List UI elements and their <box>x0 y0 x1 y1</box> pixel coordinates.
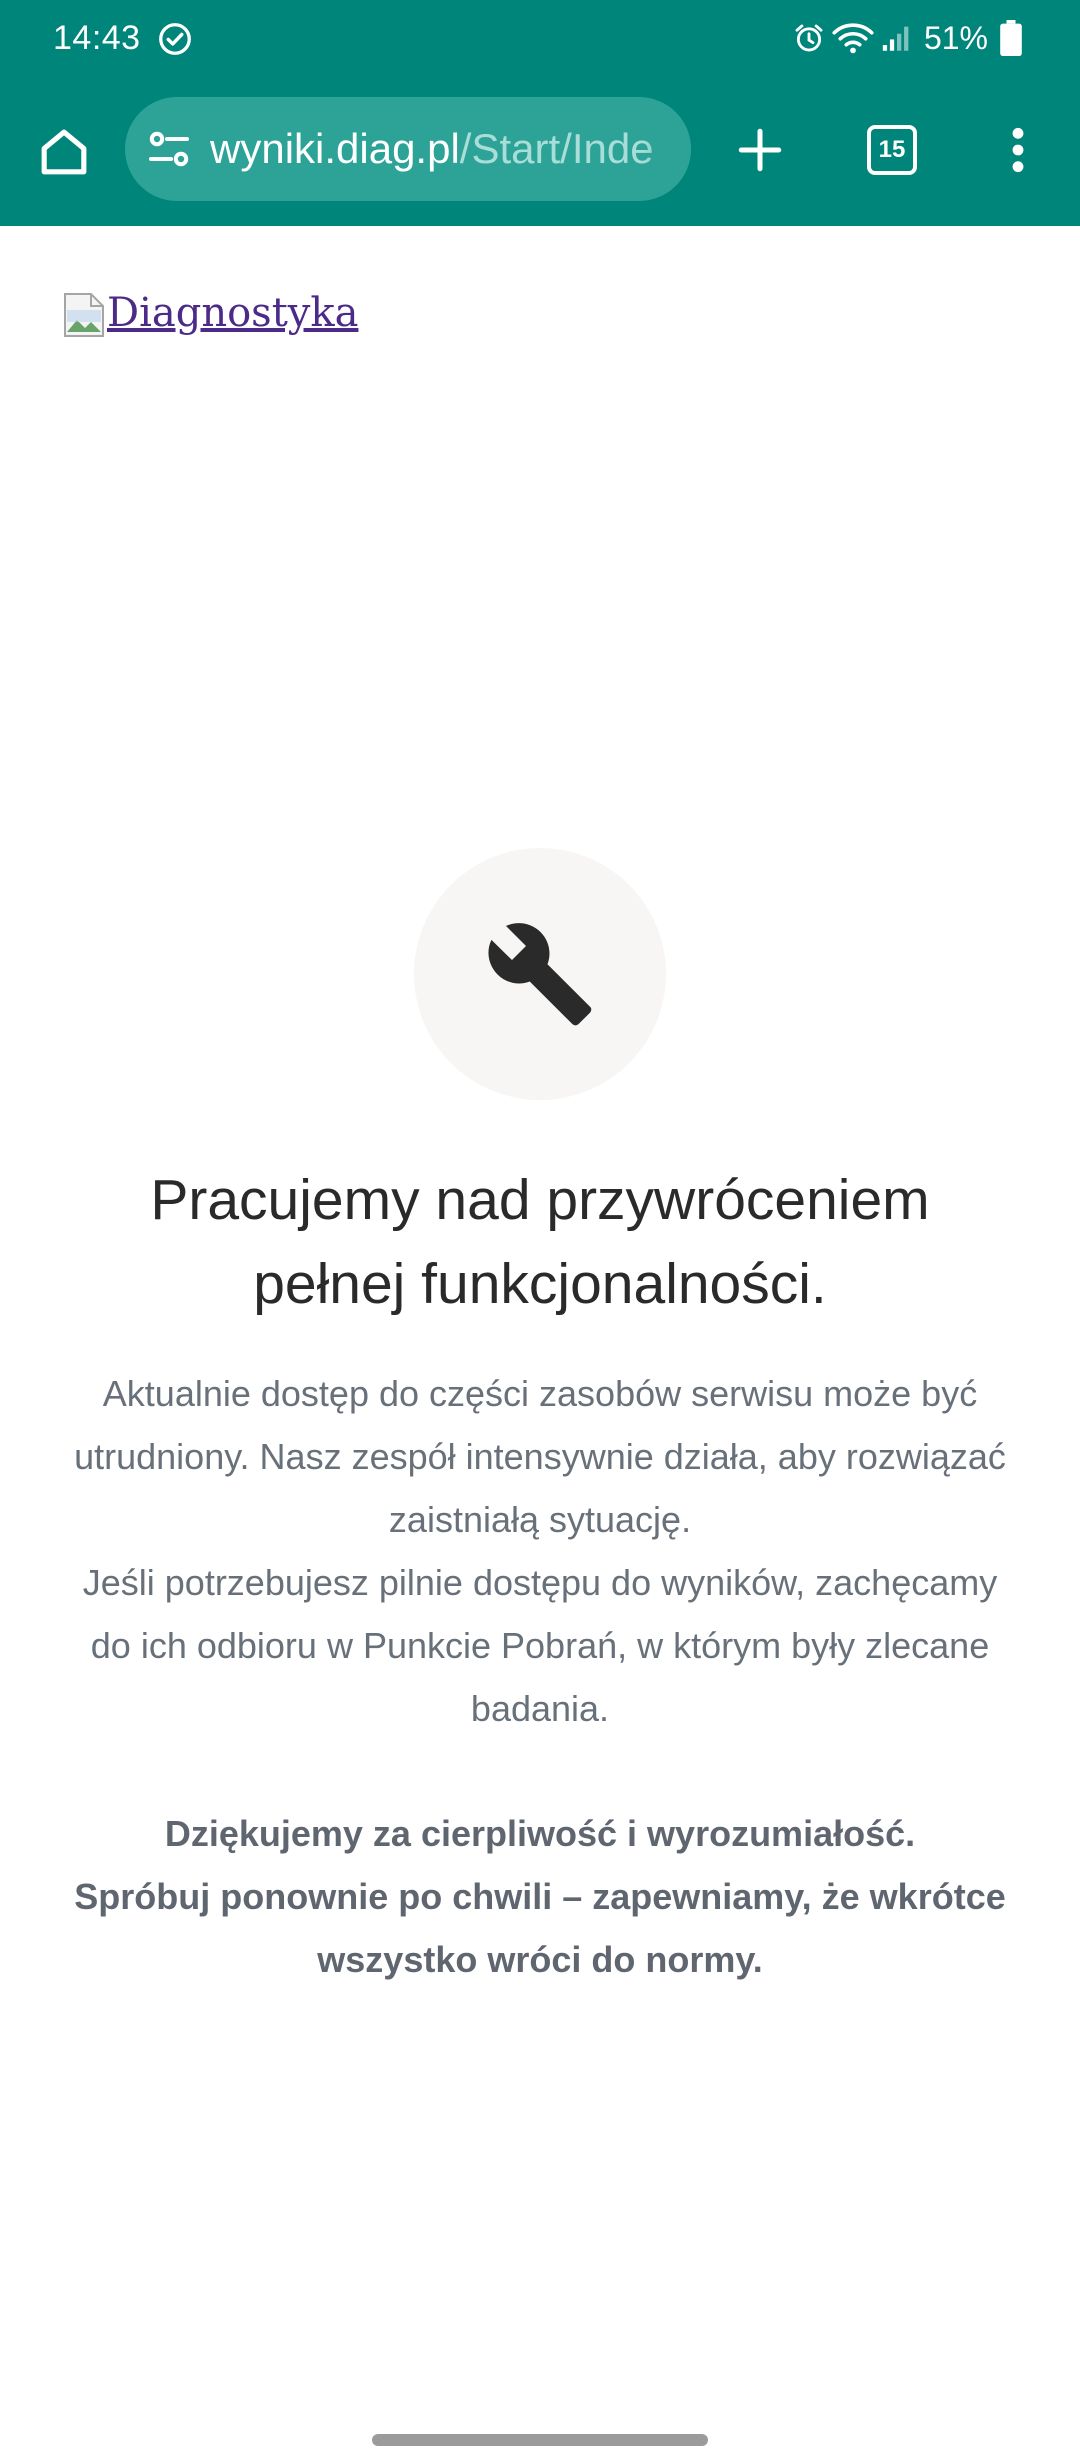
battery-icon <box>1000 20 1022 56</box>
signal-icon <box>882 26 909 51</box>
maintenance-icon-circle <box>414 848 666 1100</box>
broken-image-icon <box>64 293 104 337</box>
wifi-icon <box>832 23 874 54</box>
new-tab-button[interactable] <box>718 108 802 192</box>
description-paragraph-1: Aktualnie dostęp do części zasobów serwi… <box>74 1373 1006 1540</box>
url-text[interactable]: wyniki.diag.pl/Start/Inde <box>210 123 670 175</box>
status-bar: 14:43 51% <box>0 0 1080 76</box>
home-button[interactable] <box>22 110 106 194</box>
more-menu-button[interactable] <box>978 108 1058 192</box>
page-title-line2: pełnej funkcjonalności. <box>253 1252 827 1316</box>
description-paragraph-2: Jeśli potrzebujesz pilnie dostępu do wyn… <box>82 1562 998 1729</box>
navigation-gesture-bar[interactable] <box>372 2434 708 2446</box>
page-title-line1: Pracujemy nad przywróceniem <box>150 1168 930 1232</box>
maintenance-description: Aktualnie dostęp do części zasobów serwi… <box>60 1362 1020 1740</box>
status-indicators: 51% <box>792 16 1022 60</box>
thanks-message: Dziękujemy za cierpliwość i wyrozumiałoś… <box>60 1802 1020 1991</box>
url-path: /Start/Inde <box>459 125 654 172</box>
logo-link[interactable]: Diagnostyka <box>63 288 358 338</box>
tab-switcher-button[interactable]: 15 <box>850 108 934 192</box>
more-vert-icon <box>1012 127 1024 173</box>
home-icon <box>41 129 87 175</box>
page-title: Pracujemy nad przywróceniem pełnej funkc… <box>60 1158 1020 1326</box>
alarm-icon <box>795 24 823 52</box>
tab-count: 15 <box>878 136 906 163</box>
check-circle-icon <box>159 23 191 55</box>
url-host: wyniki.diag.pl <box>210 125 460 172</box>
browser-chrome: 14:43 51% wyniki.diag.pl/Start/Inde 15 <box>0 0 1080 226</box>
tab-switcher-icon: 15 <box>867 125 917 175</box>
logo-alt-text: Diagnostyka <box>107 290 359 336</box>
site-info-icon[interactable] <box>145 125 193 173</box>
thanks-line-1: Dziękujemy za cierpliwość i wyrozumiałoś… <box>164 1813 916 1854</box>
status-time: 14:43 <box>53 19 141 57</box>
url-fade <box>643 97 691 201</box>
wrench-icon <box>488 923 592 1026</box>
plus-icon <box>738 128 782 172</box>
address-bar[interactable]: wyniki.diag.pl/Start/Inde <box>125 97 691 201</box>
battery-percentage: 51% <box>923 20 988 56</box>
thanks-line-2: Spróbuj ponownie po chwili – zapewniamy,… <box>74 1876 1006 1980</box>
